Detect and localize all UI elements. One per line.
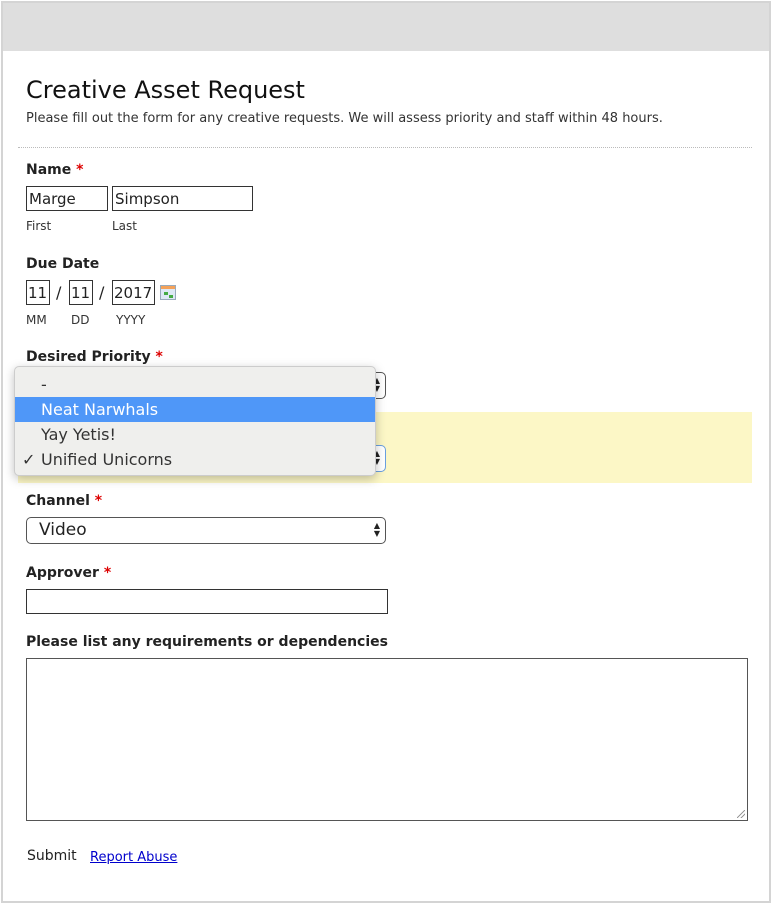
report-abuse-link[interactable]: Report Abuse [90, 850, 177, 865]
form-title: Creative Asset Request [26, 76, 305, 104]
required-marker: * [103, 565, 112, 581]
day-input[interactable] [69, 280, 93, 305]
name-label: Name * [26, 162, 84, 178]
last-name-input[interactable] [112, 186, 253, 211]
date-separator: / [99, 283, 105, 302]
priority-label: Desired Priority * [26, 349, 163, 365]
last-sublabel: Last [112, 219, 137, 233]
required-marker: * [155, 349, 163, 365]
required-marker: * [94, 493, 103, 509]
month-input[interactable] [26, 280, 50, 305]
dd-sublabel: DD [71, 313, 90, 327]
date-separator: / [56, 283, 62, 302]
select-arrows-icon: ▲ ▼ [373, 521, 380, 538]
option-neat-narwhals[interactable]: Neat Narwhals [15, 397, 375, 422]
approver-input[interactable] [26, 589, 388, 614]
channel-select[interactable]: Video ▲ ▼ [26, 517, 386, 544]
form-description: Please fill out the form for any creativ… [26, 111, 663, 126]
approver-label: Approver * [26, 565, 112, 581]
channel-label: Channel * [26, 493, 103, 509]
first-sublabel: First [26, 219, 52, 233]
calendar-icon[interactable] [160, 285, 176, 300]
priority-dropdown-menu: - Neat Narwhals Yay Yetis! ✓ Unified Unic… [14, 366, 376, 476]
checkmark-icon: ✓ [22, 450, 36, 469]
first-name-input[interactable] [26, 186, 108, 211]
option-unified-unicorns[interactable]: ✓ Unified Unicorns [15, 447, 375, 472]
resize-grip-icon[interactable] [737, 810, 745, 818]
option-yay-yetis[interactable]: Yay Yetis! [15, 422, 375, 447]
option-none[interactable]: - [15, 372, 375, 397]
top-bar [3, 3, 769, 51]
requirements-label: Please list any requirements or dependen… [26, 634, 388, 650]
yyyy-sublabel: YYYY [116, 313, 146, 327]
mm-sublabel: MM [26, 313, 47, 327]
submit-button[interactable]: Submit [27, 848, 77, 864]
divider [18, 147, 752, 148]
required-marker: * [76, 162, 84, 178]
due-date-label: Due Date [26, 256, 100, 272]
requirements-textarea[interactable] [26, 658, 748, 821]
year-input[interactable] [112, 280, 155, 305]
